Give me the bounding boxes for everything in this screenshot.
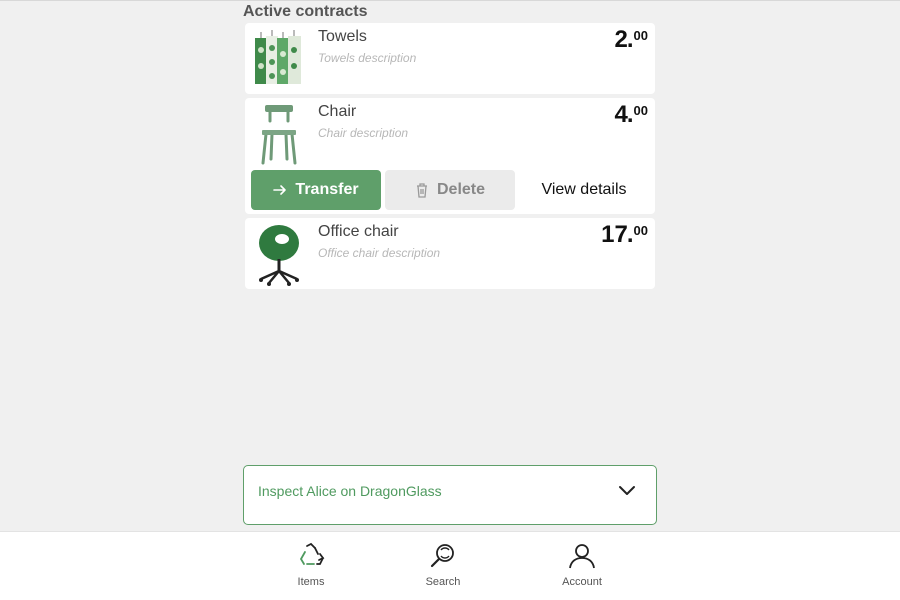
contract-price: 17. 00 — [601, 221, 648, 248]
search-icon — [430, 544, 454, 568]
view-details-button[interactable]: View details — [519, 170, 649, 210]
contract-name: Chair — [318, 103, 357, 120]
inspect-dropdown[interactable]: Inspect Alice on DragonGlass — [243, 465, 657, 525]
delete-label: Delete — [436, 181, 486, 198]
towels-image — [253, 28, 305, 90]
arrow-right-icon — [273, 185, 287, 195]
chevron-down-icon — [619, 486, 635, 495]
nav-label: Items — [297, 576, 325, 588]
recycle-icon — [299, 542, 325, 565]
bottom-navigation: Items Search Account — [0, 531, 900, 600]
nav-label: Search — [425, 576, 461, 588]
price-cents: 00 — [633, 28, 648, 43]
contract-card-office-chair[interactable]: Office chair Office chair description 17… — [245, 218, 655, 289]
top-divider — [0, 0, 900, 1]
price-integer: 17 — [601, 221, 628, 248]
contract-price: 2. 00 — [614, 26, 649, 53]
user-icon — [569, 544, 595, 569]
chair-image — [253, 103, 305, 165]
page-title: Active contracts — [243, 3, 368, 20]
transfer-label: Transfer — [295, 181, 359, 198]
office-chair-image — [253, 223, 305, 286]
view-details-label: View details — [541, 181, 627, 198]
price-integer: 2 — [614, 26, 628, 53]
contract-actions: Transfer Delete View details — [251, 170, 649, 210]
inspect-label: Inspect Alice on DragonGlass — [258, 483, 442, 499]
contract-price: 4. 00 — [614, 101, 649, 128]
nav-label: Account — [562, 576, 602, 588]
contract-description: Chair description — [318, 126, 409, 140]
contract-name: Office chair — [318, 223, 399, 240]
price-cents: 00 — [633, 103, 648, 118]
transfer-button[interactable]: Transfer — [251, 170, 381, 210]
contract-card-chair[interactable]: Chair Chair description 4. 00 Transfer De… — [245, 98, 655, 214]
nav-item-account[interactable]: Account — [542, 542, 622, 594]
contract-card-towels[interactable]: Towels Towels description 2. 00 — [245, 23, 655, 94]
contract-description: Office chair description — [318, 246, 441, 260]
price-cents: 00 — [633, 223, 648, 238]
nav-item-items[interactable]: Items — [271, 542, 351, 594]
contract-description: Towels description — [318, 51, 417, 65]
delete-button[interactable]: Delete — [385, 170, 515, 210]
nav-item-search[interactable]: Search — [403, 542, 483, 594]
contract-name: Towels — [318, 28, 367, 45]
trash-icon — [416, 183, 427, 198]
price-integer: 4 — [614, 101, 628, 128]
